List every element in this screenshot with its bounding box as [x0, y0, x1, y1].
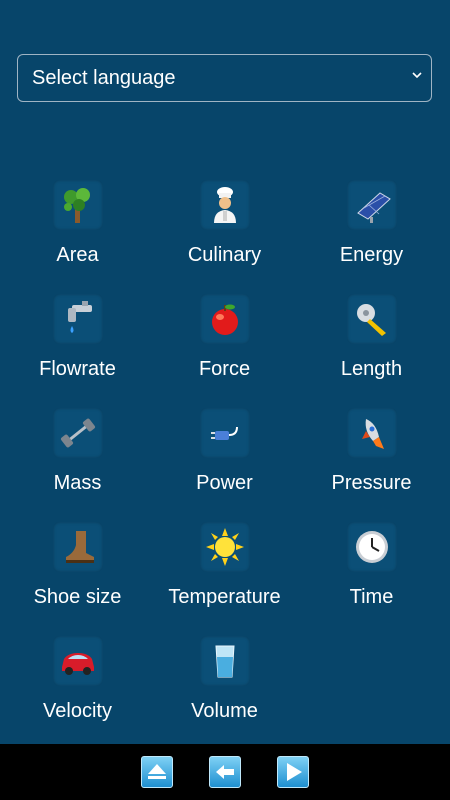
sun-icon [199, 522, 250, 572]
faucet-icon [52, 294, 103, 344]
arrow-left-icon [216, 765, 234, 779]
category-label: Area [56, 244, 99, 266]
category-label: Culinary [187, 244, 262, 266]
glass-icon [199, 636, 250, 686]
category-time[interactable]: Time [298, 520, 445, 634]
category-culinary[interactable]: Culinary [151, 178, 298, 292]
language-select-value: Select language [32, 66, 176, 89]
category-label: Flowrate [39, 358, 116, 380]
plug-icon [199, 408, 250, 458]
tree-icon [52, 180, 103, 230]
category-label: Volume [191, 700, 258, 722]
boot-icon [52, 522, 103, 572]
eject-button[interactable] [141, 756, 173, 788]
bottom-navigation-bar [0, 744, 450, 800]
category-label: Mass [53, 472, 102, 494]
category-label: Power [196, 472, 253, 494]
category-label: Temperature [168, 586, 281, 608]
solar-panel-icon [346, 180, 397, 230]
category-grid: Area Culinary Energy Flowrate Force Leng… [4, 178, 446, 748]
back-button[interactable] [209, 756, 241, 788]
category-label: Pressure [331, 472, 412, 494]
category-label: Shoe size [33, 586, 122, 608]
chevron-down-icon [412, 72, 422, 79]
tape-measure-icon [346, 294, 397, 344]
category-flowrate[interactable]: Flowrate [4, 292, 151, 406]
category-energy[interactable]: Energy [298, 178, 445, 292]
category-label: Time [349, 586, 394, 608]
apple-icon [199, 294, 250, 344]
category-force[interactable]: Force [151, 292, 298, 406]
language-select[interactable]: Select language [17, 54, 432, 102]
category-label: Velocity [43, 700, 112, 722]
category-area[interactable]: Area [4, 178, 151, 292]
category-label: Length [340, 358, 403, 380]
play-icon [287, 763, 302, 781]
category-length[interactable]: Length [298, 292, 445, 406]
category-shoe-size[interactable]: Shoe size [4, 520, 151, 634]
car-icon [52, 636, 103, 686]
clock-icon [346, 522, 397, 572]
dumbbell-icon [52, 408, 103, 458]
category-temperature[interactable]: Temperature [151, 520, 298, 634]
category-label: Force [198, 358, 251, 380]
rocket-icon [346, 408, 397, 458]
category-volume[interactable]: Volume [151, 634, 298, 748]
eject-icon [148, 764, 166, 779]
play-button[interactable] [277, 756, 309, 788]
category-label: Energy [339, 244, 404, 266]
category-mass[interactable]: Mass [4, 406, 151, 520]
category-pressure[interactable]: Pressure [298, 406, 445, 520]
category-velocity[interactable]: Velocity [4, 634, 151, 748]
chef-icon [199, 180, 250, 230]
category-power[interactable]: Power [151, 406, 298, 520]
